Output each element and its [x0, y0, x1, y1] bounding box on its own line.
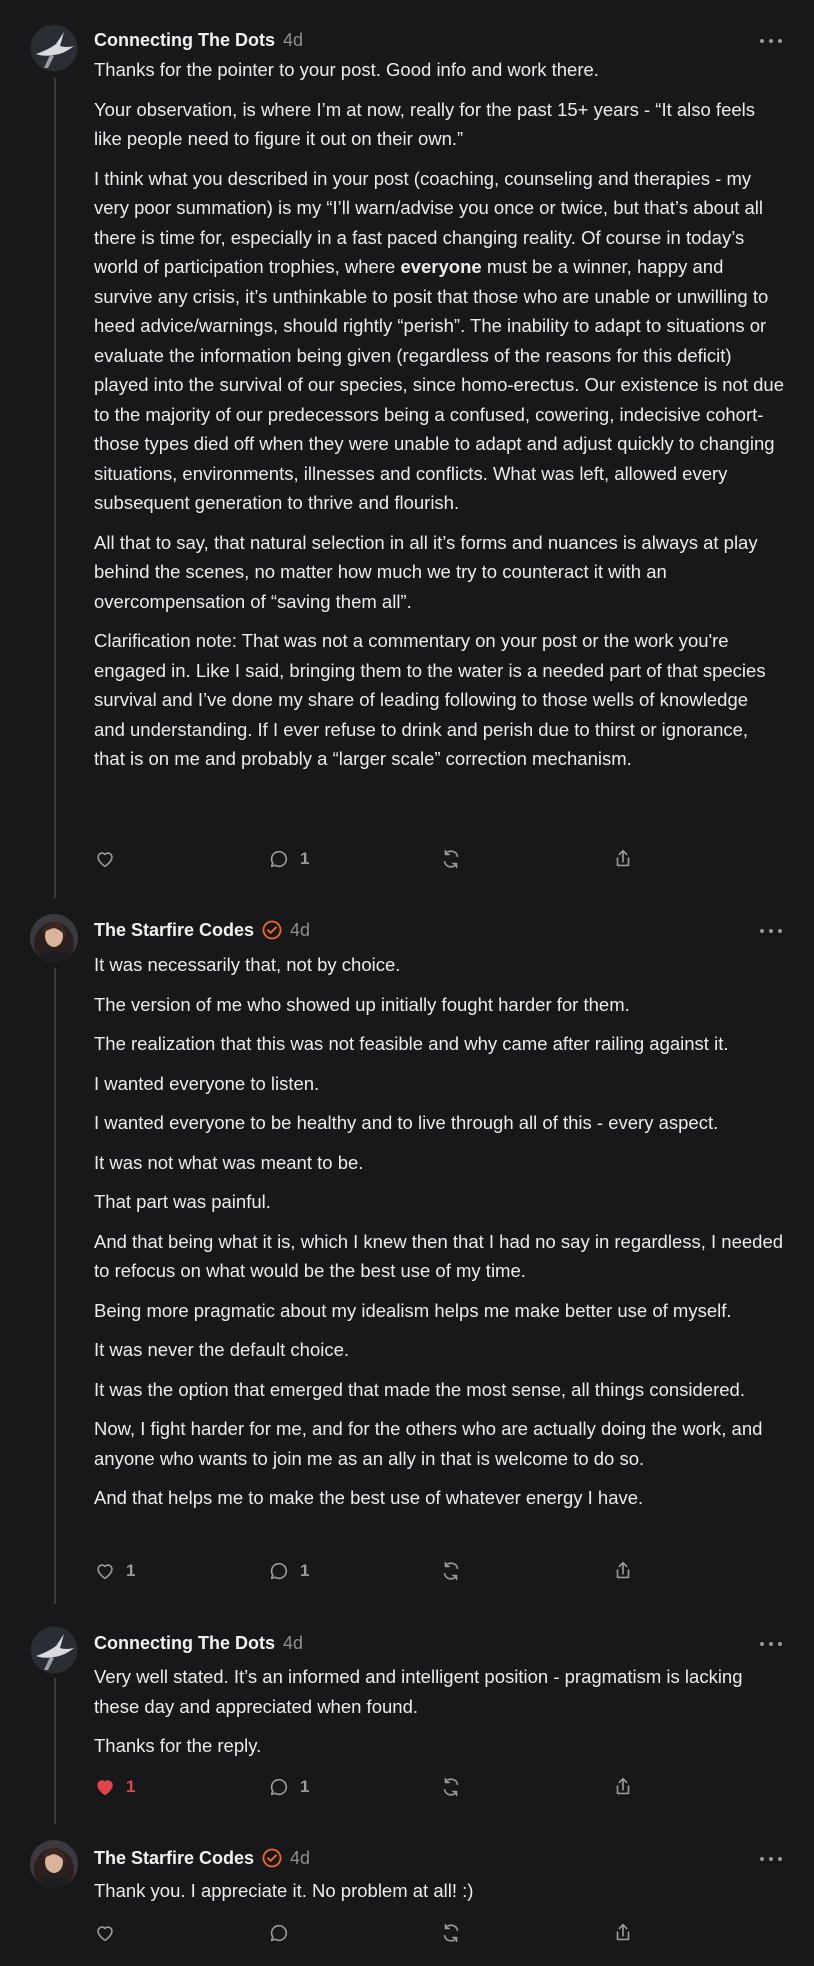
share-icon [616, 1923, 630, 1941]
like-count: 1 [126, 1561, 136, 1580]
comment-paragraph: The version of me who showed up initiall… [94, 993, 630, 1015]
comment-body: Thank you. I appreciate it. No problem a… [94, 1876, 784, 1916]
comment-paragraph: Now, I fight harder for me, and for the … [94, 1418, 763, 1469]
verified-badge-icon [262, 920, 282, 940]
heart-filled-icon [97, 1780, 113, 1796]
timestamp[interactable]: 4d [290, 1848, 310, 1869]
more-options-icon[interactable] [760, 1854, 782, 1864]
author-name[interactable]: Connecting The Dots [94, 30, 275, 51]
comment-paragraph: I wanted everyone to be healthy and to l… [94, 1112, 719, 1133]
comment-bubble-icon [270, 1562, 288, 1580]
woman-portrait-avatar[interactable] [30, 1840, 78, 1888]
comment-actions [94, 1918, 654, 1948]
timestamp[interactable]: 4d [283, 30, 303, 51]
share-button[interactable] [612, 1918, 634, 1948]
more-options-icon[interactable] [760, 1639, 782, 1649]
author-name[interactable]: The Starfire Codes [94, 920, 254, 941]
restack-icon [443, 1777, 459, 1797]
woman-portrait-avatar[interactable] [30, 914, 78, 962]
restack-button[interactable] [440, 844, 462, 874]
comment-paragraph: That part was painful. [94, 1191, 271, 1212]
comment-paragraph: I wanted everyone to listen. [94, 1072, 320, 1094]
comment-paragraph: Clarification note: That was not a comme… [94, 630, 766, 769]
reply-button[interactable]: 1 [268, 1772, 309, 1802]
author-name[interactable]: Connecting The Dots [94, 1633, 275, 1654]
comment-paragraph: Your observation, is where I’m at now, r… [94, 98, 756, 150]
heart-icon [97, 852, 113, 868]
reply-button[interactable]: 1 [268, 844, 309, 874]
timestamp[interactable]: 4d [283, 1633, 303, 1654]
share-button[interactable] [612, 1556, 634, 1586]
share-icon [616, 1777, 630, 1795]
comment-actions: 1 1 [94, 1556, 654, 1586]
share-button[interactable] [612, 1772, 634, 1802]
reply-count: 1 [300, 849, 310, 868]
comment-paragraph: Thank you. I appreciate it. No problem a… [94, 1880, 474, 1901]
restack-icon [443, 1561, 459, 1581]
like-count: 1 [126, 1777, 136, 1796]
timestamp[interactable]: 4d [290, 920, 310, 941]
restack-icon [443, 1923, 459, 1943]
reply-button[interactable]: 1 [268, 1556, 309, 1586]
restack-icon [443, 849, 459, 869]
comment-paragraph: It was necessarily that, not by choice. [94, 954, 401, 975]
like-button[interactable]: 1 [94, 1772, 135, 1802]
comment-paragraph: Being more pragmatic about my idealism h… [94, 1299, 732, 1321]
restack-button[interactable] [440, 1918, 462, 1948]
more-options-icon[interactable] [760, 926, 782, 936]
reply-count: 1 [300, 1777, 310, 1796]
comment-body: It was necessarily that, not by choice. … [94, 950, 784, 1523]
reply-button[interactable] [268, 1918, 300, 1948]
restack-button[interactable] [440, 1772, 462, 1802]
comment-paragraph: It was never the default choice. [94, 1339, 350, 1360]
like-button[interactable] [94, 844, 126, 874]
bird-silhouette-avatar[interactable] [30, 24, 78, 72]
thread-line [54, 78, 56, 898]
comment-body: Thanks for the pointer to your post. Goo… [94, 55, 784, 784]
heart-icon [97, 1926, 113, 1942]
share-button[interactable] [612, 844, 634, 874]
comment-paragraph: Thanks for the reply. [94, 1735, 262, 1756]
verified-badge-icon [262, 1848, 282, 1868]
comment-paragraph: Very well stated. It’s an informed and i… [94, 1666, 743, 1717]
restack-button[interactable] [440, 1556, 462, 1586]
comment-bubble-icon [270, 1778, 288, 1796]
share-icon [616, 849, 630, 867]
like-button[interactable]: 1 [94, 1556, 135, 1586]
author-name[interactable]: The Starfire Codes [94, 1848, 254, 1869]
like-button[interactable] [94, 1918, 126, 1948]
comment-paragraph: It was not what was meant to be. [94, 1151, 364, 1173]
comment-actions: 1 1 [94, 1772, 654, 1802]
paragraph-text: must be a winner, happy and survive any … [94, 256, 784, 513]
comment-paragraph: And that being what it is, which I knew … [94, 1230, 784, 1282]
more-options-icon[interactable] [760, 36, 782, 46]
comment-body: Very well stated. It’s an informed and i… [94, 1662, 784, 1771]
thread-line [54, 968, 56, 1604]
heart-icon [97, 1564, 113, 1580]
comment-paragraph: The realization that this was not feasib… [94, 1033, 729, 1054]
comment-paragraph: And that helps me to make the best use o… [94, 1487, 644, 1508]
comment-bubble-icon [270, 1924, 288, 1942]
comment-paragraph: All that to say, that natural selection … [94, 531, 758, 612]
comment-paragraph: I think what you described in your post … [94, 164, 784, 518]
comment-actions: 1 [94, 844, 654, 874]
share-icon [616, 1561, 630, 1579]
comment-paragraph: Thanks for the pointer to your post. Goo… [94, 59, 599, 80]
emphasized-text: everyone [400, 256, 482, 277]
reply-count: 1 [300, 1561, 310, 1580]
comment-bubble-icon [270, 850, 288, 868]
bird-silhouette-avatar[interactable] [30, 1626, 78, 1674]
comment-paragraph: It was the option that emerged that made… [94, 1378, 745, 1400]
thread-line [54, 1678, 56, 1824]
